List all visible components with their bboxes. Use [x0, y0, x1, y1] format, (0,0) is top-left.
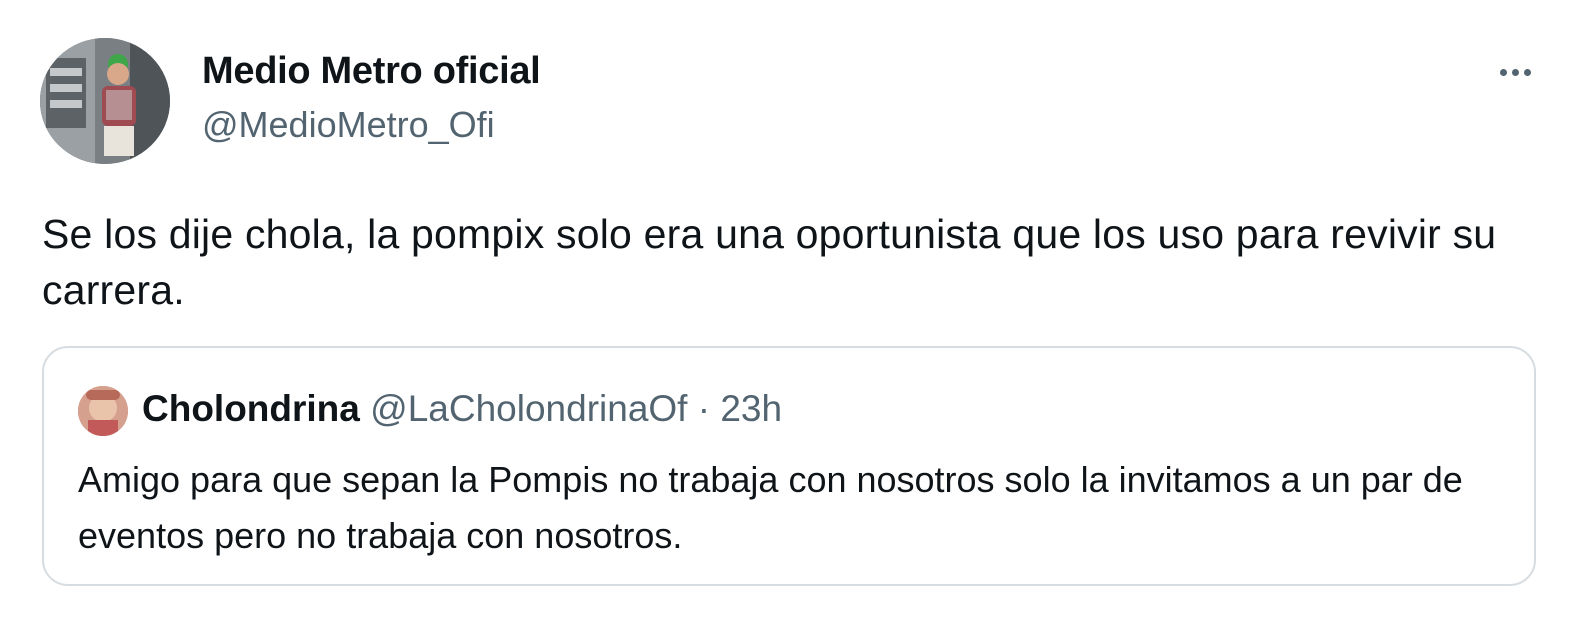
- author-avatar[interactable]: [40, 38, 170, 164]
- quoted-author-handle[interactable]: @LaCholondrinaOf: [370, 388, 687, 429]
- quoted-tweet-timestamp[interactable]: 23h: [720, 388, 782, 429]
- tweet-card[interactable]: Medio Metro oficial @MedioMetro_Ofi Se l…: [0, 0, 1576, 620]
- tweet-text: Se los dije chola, la pompix solo era un…: [42, 211, 1497, 313]
- more-horizontal-icon-dot: [1523, 68, 1531, 76]
- quoted-author-display-name[interactable]: Cholondrina: [142, 388, 360, 429]
- quoted-tweet-header: Cholondrina @LaCholondrinaOf · 23h: [142, 386, 782, 432]
- author-display-name[interactable]: Medio Metro oficial: [202, 50, 541, 93]
- more-horizontal-icon-dot: [1511, 68, 1519, 76]
- more-horizontal-icon-dot: [1499, 68, 1507, 76]
- more-options-button[interactable]: [1490, 52, 1540, 92]
- quoted-tweet-card[interactable]: Cholondrina @LaCholondrinaOf · 23h Amigo…: [42, 346, 1536, 586]
- header-separator: ·: [697, 388, 711, 429]
- quoted-author-avatar[interactable]: [78, 386, 128, 436]
- quoted-author-avatar-image: [78, 386, 128, 436]
- quoted-tweet-text: Amigo para que sepan la Pompis no trabaj…: [78, 459, 1463, 556]
- author-avatar-image: [40, 38, 170, 164]
- author-handle[interactable]: @MedioMetro_Ofi: [202, 104, 495, 146]
